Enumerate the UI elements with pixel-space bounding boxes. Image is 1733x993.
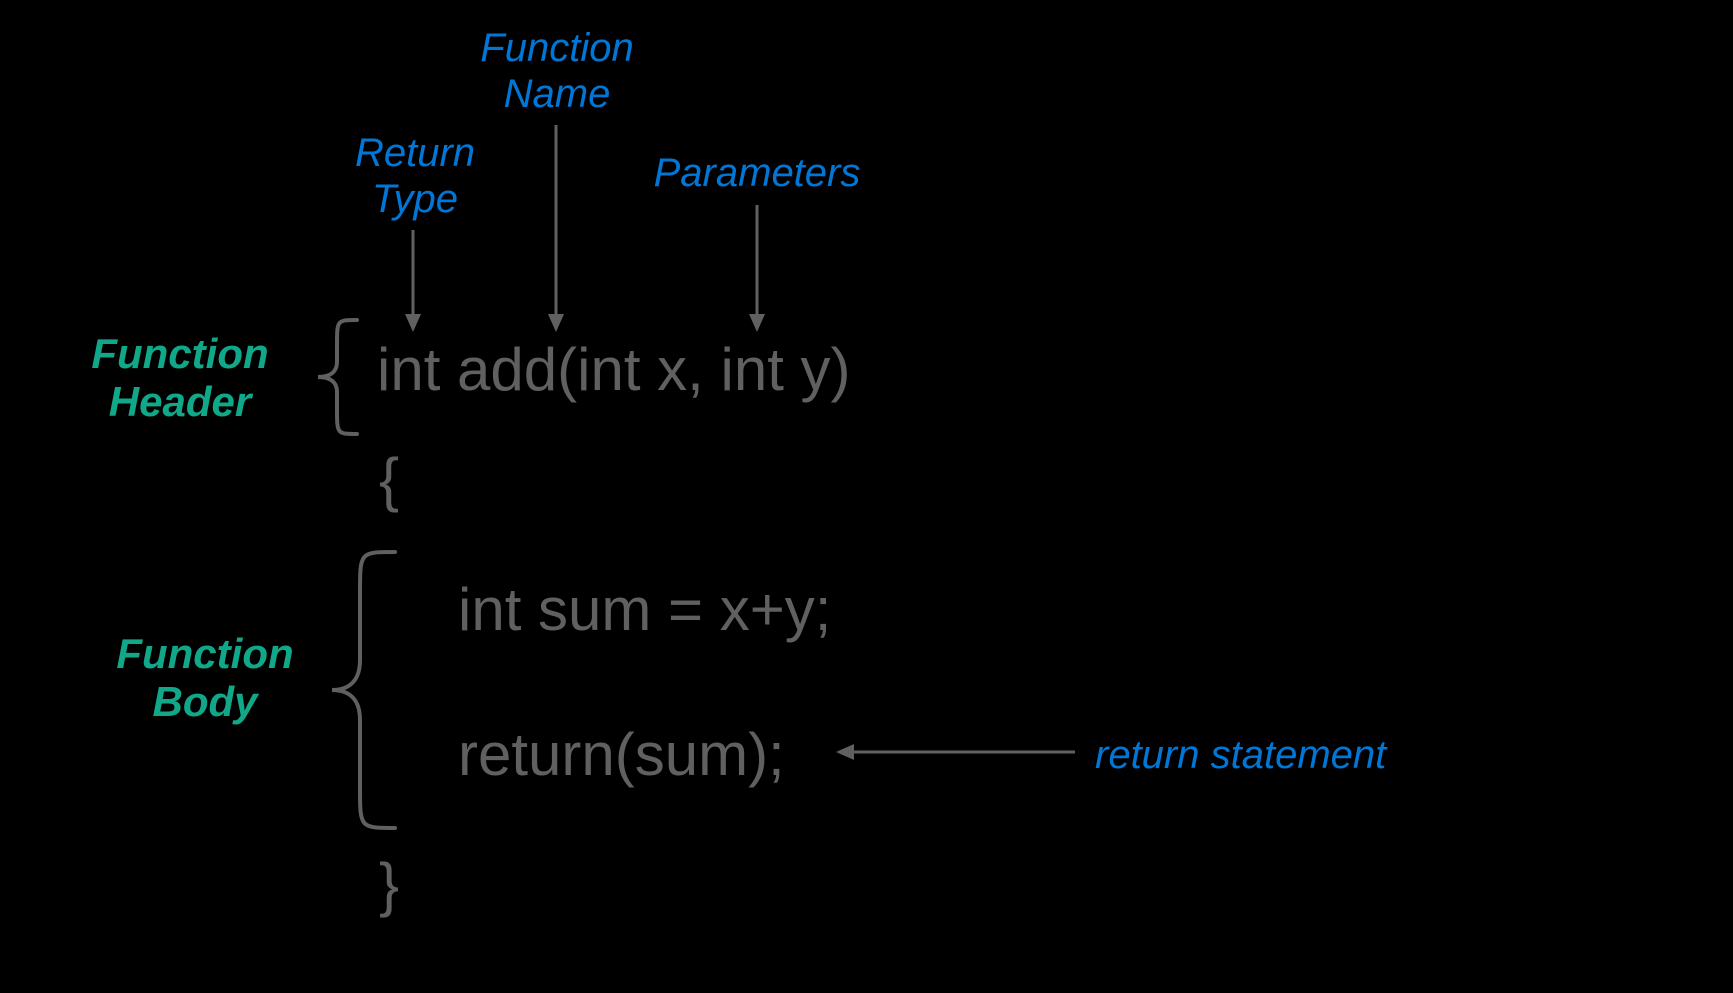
label-parameters: Parameters: [627, 150, 887, 196]
arrow-return-type: [405, 230, 421, 332]
code-line-4: return(sum);: [458, 720, 785, 789]
arrow-return-statement: [836, 744, 1075, 760]
label-return-statement: return statement: [1095, 732, 1435, 778]
label-function-body: Function Body: [100, 630, 310, 727]
label-function-name: Function Name: [457, 25, 657, 117]
label-function-header: Function Header: [75, 330, 285, 427]
code-line-2: {: [379, 445, 399, 514]
brace-function-header: [318, 320, 357, 434]
overlay-svg: [0, 0, 1733, 993]
arrow-function-name: [548, 125, 564, 332]
brace-function-body: [332, 552, 395, 828]
diagram-stage: Function Name Return Type Parameters Fun…: [0, 0, 1733, 993]
code-line-3: int sum = x+y;: [458, 575, 831, 644]
code-line-5: }: [379, 850, 399, 919]
label-return-type: Return Type: [330, 130, 500, 222]
arrow-parameters: [749, 205, 765, 332]
code-line-1: int add(int x, int y): [377, 335, 851, 404]
